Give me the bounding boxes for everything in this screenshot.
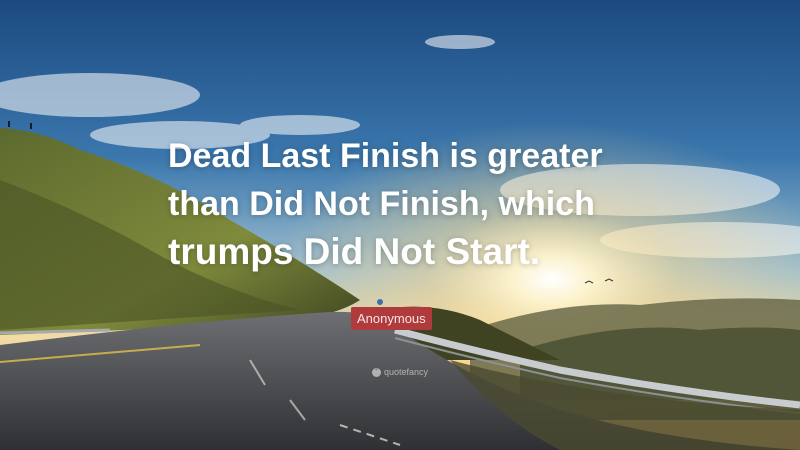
quote-wallpaper: Dead Last Finish is greater than Did Not… bbox=[0, 0, 800, 450]
quote-mark-icon: “ bbox=[372, 367, 381, 377]
quote-text: Dead Last Finish is greater than Did Not… bbox=[168, 132, 648, 277]
watermark-text: quotefancy bbox=[384, 367, 429, 377]
quote-line-1: Dead Last Finish is greater bbox=[168, 137, 603, 175]
quote-line-2: than Did Not Finish, which bbox=[168, 185, 595, 223]
author-badge: Anonymous bbox=[351, 307, 432, 330]
quotefancy-watermark: “ quotefancy bbox=[372, 365, 428, 379]
quote-line-3: trumps Did Not Start. bbox=[168, 231, 541, 272]
